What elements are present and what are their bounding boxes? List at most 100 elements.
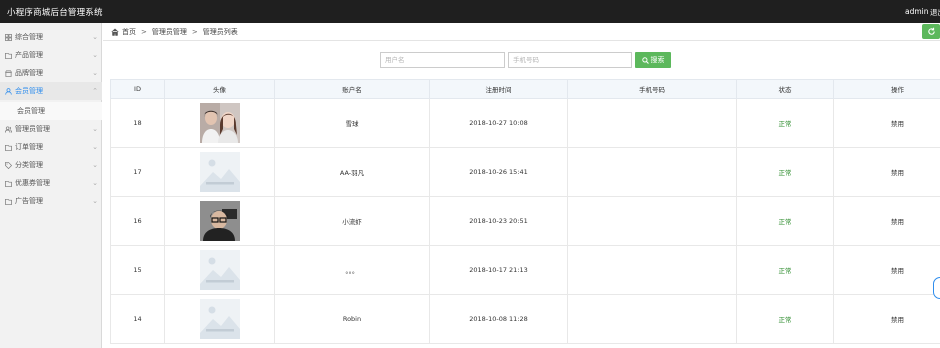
logout-link[interactable]: 退出 [930,7,940,18]
search-button[interactable]: 搜索 [635,52,671,68]
disable-action[interactable]: 禁用 [833,294,940,344]
sidebar: 综合管理 ⌄ 产品管理 ⌄ 品牌管理 ⌄ 会员管理 ⌃ 会员管理 管理员管理 ⌄… [0,23,102,348]
sidebar-item-products[interactable]: 产品管理 ⌄ [0,46,102,64]
cell-id: 14 [110,294,165,344]
image-placeholder-icon [199,152,240,192]
image-placeholder-icon [199,250,240,290]
cell-account-name: 。。。 [274,245,430,295]
chevron-down-icon: ⌄ [92,197,98,205]
sidebar-item-label: 管理员管理 [15,125,50,133]
refresh-button[interactable] [922,24,940,39]
app-title: 小程序商城后台管理系统 [7,8,103,18]
phone-search-input[interactable] [508,52,632,68]
cell-avatar [164,245,275,295]
table-row: 16 小流虾 2018-10-23 20:51 正常 禁用 [110,196,940,246]
sidebar-item-categories[interactable]: 分类管理 ⌄ [0,156,102,174]
cell-register-time: 2018-10-08 11:28 [429,294,568,344]
column-header-phone: 手机号码 [567,79,737,99]
user-icon [5,87,12,95]
cell-account-name: 雪球 [274,98,430,148]
breadcrumb: 首页 > 管理员管理 > 管理员列表 [103,23,940,41]
chevron-down-icon: ⌄ [92,161,98,169]
cell-phone [567,294,737,344]
table-row: 18 雪球 2018-10-27 10:08 正常 禁用 [110,98,940,148]
disable-action[interactable]: 禁用 [833,98,940,148]
username-search-input[interactable] [380,52,505,68]
cell-phone [567,245,737,295]
sidebar-item-coupons[interactable]: 优惠券管理 ⌄ [0,174,102,192]
chevron-down-icon: ⌄ [92,125,98,133]
refresh-icon [927,27,935,35]
sidebar-item-brands[interactable]: 品牌管理 ⌄ [0,64,102,82]
search-button-label: 搜索 [650,56,665,64]
folder-icon [5,144,12,151]
table-row: 17 AA-羽凡 2018-10-26 15:41 正常 禁用 [110,147,940,197]
cell-status: 正常 [736,196,834,246]
folder-icon [5,52,12,59]
cell-avatar [164,294,275,344]
table-row: 15 。。。 2018-10-17 21:13 正常 禁用 [110,245,940,295]
sidebar-item-label: 广告管理 [15,197,43,205]
search-icon [641,56,649,64]
chevron-up-icon: ⌃ [92,87,98,95]
admin-table: ID 头像 账户名 注册时间 手机号码 状态 操作 18 雪球 2018-10-… [110,79,940,344]
breadcrumb-separator: > [191,27,198,36]
sidebar-item-label: 分类管理 [15,161,43,169]
admin-table-container: ID 头像 账户名 注册时间 手机号码 状态 操作 18 雪球 2018-10-… [110,79,940,348]
home-icon [111,27,119,36]
sidebar-item-members[interactable]: 会员管理 ⌃ [0,82,102,100]
image-placeholder-icon [199,299,240,339]
top-bar: 小程序商城后台管理系统 admin 退出 [0,0,940,23]
cell-status: 正常 [736,147,834,197]
cell-phone [567,147,737,197]
column-header-register-time: 注册时间 [429,79,568,99]
cell-register-time: 2018-10-23 20:51 [429,196,568,246]
folder-icon [5,180,12,187]
breadcrumb-home[interactable]: 首页 [122,27,136,37]
cell-phone [567,196,737,246]
sidebar-item-label: 品牌管理 [15,69,43,77]
column-header-account: 账户名 [274,79,430,99]
sidebar-item-orders[interactable]: 订单管理 ⌄ [0,138,102,156]
sidebar-subitem-label: 会员管理 [17,107,45,115]
cell-id: 16 [110,196,165,246]
column-header-status: 状态 [736,79,834,99]
sidebar-item-label: 优惠券管理 [15,179,50,187]
disable-action[interactable]: 禁用 [833,196,940,246]
current-user[interactable]: admin [905,7,929,16]
sidebar-item-ads[interactable]: 广告管理 ⌄ [0,192,102,210]
cell-id: 17 [110,147,165,197]
cell-status: 正常 [736,245,834,295]
disable-action[interactable]: 禁用 [833,147,940,197]
cell-id: 15 [110,245,165,295]
chevron-down-icon: ⌄ [92,33,98,41]
disable-action[interactable]: 禁用 [833,245,940,295]
breadcrumb-admin-management[interactable]: 管理员管理 [152,27,187,37]
tag-icon [5,161,12,169]
sidebar-item-label: 会员管理 [15,87,43,95]
cell-status: 正常 [736,294,834,344]
breadcrumb-admin-list: 管理员列表 [202,27,238,36]
chevron-down-icon: ⌄ [92,179,98,187]
avatar [199,103,240,143]
grid-icon [5,33,12,41]
sidebar-item-label: 综合管理 [15,33,43,41]
column-header-avatar: 头像 [164,79,275,99]
avatar [199,201,240,241]
cell-account-name: 小流虾 [274,196,430,246]
cell-status: 正常 [736,98,834,148]
breadcrumb-separator: > [141,27,147,36]
sidebar-subitem-members[interactable]: 会员管理 [0,102,102,120]
cell-avatar [164,98,275,148]
column-header-action: 操作 [833,79,940,99]
cell-register-time: 2018-10-17 21:13 [429,245,568,295]
column-header-id: ID [110,79,165,99]
table-header-row: ID 头像 账户名 注册时间 手机号码 状态 操作 [110,79,940,99]
floating-side-handle[interactable] [933,277,940,299]
sidebar-item-admins[interactable]: 管理员管理 ⌄ [0,120,102,138]
sidebar-item-general[interactable]: 综合管理 ⌄ [0,28,102,46]
chevron-down-icon: ⌄ [92,69,98,77]
cell-account-name: Robin [274,294,430,344]
folder-icon [5,198,12,205]
store-icon [5,70,12,77]
